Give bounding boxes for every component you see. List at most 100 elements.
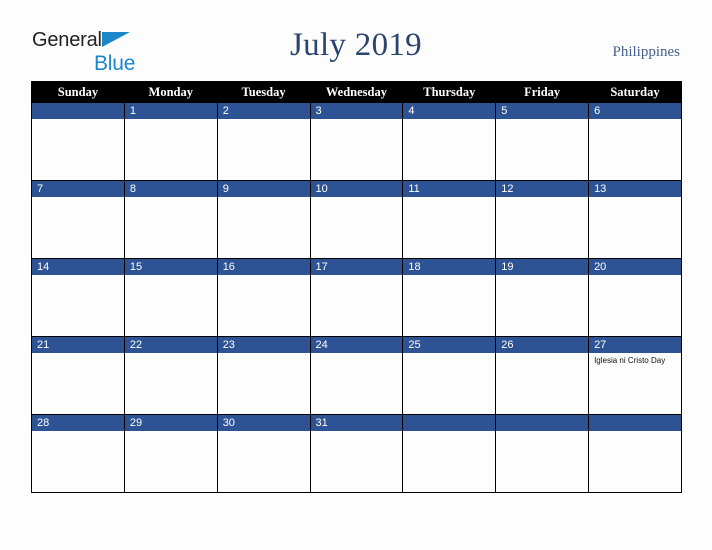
day-cell-inner: 13 (589, 181, 681, 258)
calendar-day-cell[interactable]: 4 (402, 102, 497, 181)
day-number (496, 415, 589, 431)
country-label: Philippines (612, 44, 680, 60)
day-cell-inner: 24 (310, 337, 403, 414)
calendar-week-row: 7 8 9 10 11 12 13 (31, 180, 682, 259)
calendar-day-cell[interactable]: 23 (216, 336, 311, 415)
calendar-day-cell[interactable]: 16 (216, 258, 311, 337)
day-number: 2 (217, 103, 310, 119)
calendar-day-cell[interactable]: 2 (216, 102, 311, 181)
day-number: 14 (32, 259, 124, 275)
day-number: 3 (310, 103, 403, 119)
calendar-day-cell[interactable]: 10 (309, 180, 404, 259)
day-cell-inner: 1 (124, 103, 217, 180)
day-number: 9 (217, 181, 310, 197)
calendar-day-cell[interactable]: 26 (495, 336, 590, 415)
day-cell-inner: 3 (310, 103, 403, 180)
day-events (496, 197, 588, 200)
calendar-day-cell[interactable]: 25 (402, 336, 497, 415)
calendar-header-row: Sunday Monday Tuesday Wednesday Thursday… (31, 81, 682, 103)
day-events (311, 431, 403, 434)
calendar-day-cell[interactable]: 9 (216, 180, 311, 259)
calendar-day-cell[interactable]: 7 (31, 180, 125, 259)
weekday-header-thursday: Thursday (402, 81, 497, 103)
day-cell-inner: 11 (403, 181, 496, 258)
day-events (496, 353, 588, 356)
calendar-page: General Blue July 2019 Philippines Sunda… (0, 0, 712, 550)
calendar-day-cell[interactable]: 13 (588, 180, 682, 259)
calendar-day-cell[interactable]: 3 (309, 102, 404, 181)
calendar-day-cell[interactable] (402, 414, 497, 493)
weekday-header-monday: Monday (123, 81, 218, 103)
calendar-day-cell[interactable]: 11 (402, 180, 497, 259)
calendar-day-cell[interactable]: 18 (402, 258, 497, 337)
day-number: 12 (496, 181, 589, 197)
calendar-day-cell[interactable] (495, 414, 590, 493)
day-number: 31 (310, 415, 403, 431)
calendar-day-cell[interactable]: 1 (123, 102, 218, 181)
day-number: 28 (32, 415, 124, 431)
calendar-day-cell[interactable]: 5 (495, 102, 590, 181)
day-cell-inner: 23 (217, 337, 310, 414)
day-number: 7 (32, 181, 124, 197)
day-events (311, 275, 403, 278)
day-number: 17 (310, 259, 403, 275)
calendar-day-cell[interactable]: 31 (309, 414, 404, 493)
day-cell-inner: 27 Iglesia ni Cristo Day (589, 337, 681, 414)
day-cell-inner (403, 415, 496, 492)
day-number (32, 103, 124, 119)
page-title: July 2019 (290, 27, 422, 63)
day-number: 4 (403, 103, 496, 119)
day-events (125, 275, 217, 278)
calendar-day-cell[interactable]: 15 (123, 258, 218, 337)
day-events (32, 119, 124, 122)
calendar-day-cell[interactable] (588, 414, 682, 493)
calendar-body: 1 2 3 4 5 6 7 8 9 10 11 12 13 14 15 16 17 18 19 20 21 22 23 24 2… (31, 102, 682, 493)
day-cell-inner: 6 (589, 103, 681, 180)
calendar-day-cell[interactable]: 30 (216, 414, 311, 493)
calendar-day-cell[interactable] (31, 102, 125, 181)
calendar-week-row: 14 15 16 17 18 19 20 (31, 258, 682, 337)
day-number: 24 (310, 337, 403, 353)
calendar-week-row: 123456 (31, 102, 682, 181)
day-cell-inner: 30 (217, 415, 310, 492)
day-number: 15 (124, 259, 217, 275)
day-number: 22 (124, 337, 217, 353)
day-cell-inner: 22 (124, 337, 217, 414)
calendar-week-row: 28 29 30 31 (31, 414, 682, 493)
day-number: 18 (403, 259, 496, 275)
calendar-day-cell[interactable]: 21 (31, 336, 125, 415)
day-events (496, 275, 588, 278)
day-cell-inner: 15 (124, 259, 217, 336)
calendar-day-cell[interactable]: 14 (31, 258, 125, 337)
calendar-day-cell[interactable]: 27 Iglesia ni Cristo Day (588, 336, 682, 415)
calendar-day-cell[interactable]: 12 (495, 180, 590, 259)
calendar-day-cell[interactable]: 24 (309, 336, 404, 415)
calendar-day-cell[interactable]: 6 (588, 102, 682, 181)
day-cell-inner (589, 415, 681, 492)
day-events (589, 119, 681, 122)
day-cell-inner: 19 (496, 259, 589, 336)
calendar-day-cell[interactable]: 22 (123, 336, 218, 415)
day-number: 11 (403, 181, 496, 197)
weekday-header-wednesday: Wednesday (309, 81, 404, 103)
day-events (218, 431, 310, 434)
calendar-day-cell[interactable]: 8 (123, 180, 218, 259)
day-events (218, 275, 310, 278)
calendar-day-cell[interactable]: 17 (309, 258, 404, 337)
day-events (403, 275, 495, 278)
day-events (496, 119, 588, 122)
day-events (589, 197, 681, 200)
weekday-header-sunday: Sunday (31, 81, 125, 103)
calendar-day-cell[interactable]: 20 (588, 258, 682, 337)
weekday-header-tuesday: Tuesday (216, 81, 311, 103)
day-number: 6 (589, 103, 681, 119)
calendar-day-cell[interactable]: 19 (495, 258, 590, 337)
day-number: 27 (589, 337, 681, 353)
day-number: 26 (496, 337, 589, 353)
calendar-day-cell[interactable]: 28 (31, 414, 125, 493)
day-events (32, 431, 124, 434)
day-cell-inner: 28 (32, 415, 124, 492)
calendar-day-cell[interactable]: 29 (123, 414, 218, 493)
day-number: 10 (310, 181, 403, 197)
day-events (125, 431, 217, 434)
